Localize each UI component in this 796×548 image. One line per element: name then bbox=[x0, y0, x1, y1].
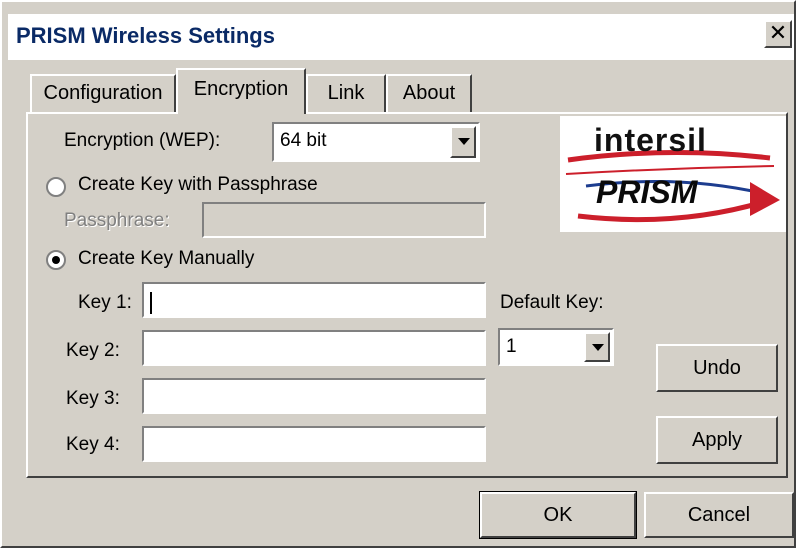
tab-configuration[interactable]: Configuration bbox=[30, 74, 176, 112]
default-key-value: 1 bbox=[506, 336, 517, 357]
window-title: PRISM Wireless Settings bbox=[16, 23, 275, 48]
key4-label: Key 4: bbox=[66, 434, 120, 455]
key2-input[interactable] bbox=[142, 330, 486, 366]
tab-about[interactable]: About bbox=[386, 74, 472, 112]
wep-select-value: 64 bit bbox=[280, 130, 327, 151]
passphrase-option-label[interactable]: Create Key with Passphrase bbox=[78, 174, 318, 196]
key1-label: Key 1: bbox=[78, 292, 132, 313]
passphrase-label: Passphrase: bbox=[64, 210, 170, 231]
cancel-button-label: Cancel bbox=[687, 504, 751, 526]
default-key-select[interactable]: 1 bbox=[498, 328, 614, 366]
wep-select[interactable]: 64 bit bbox=[272, 122, 480, 162]
wep-label: Encryption (WEP): bbox=[64, 130, 221, 151]
logo-prism-text: PRISM bbox=[596, 174, 698, 210]
key3-label: Key 3: bbox=[66, 388, 120, 409]
apply-button[interactable]: Apply bbox=[656, 416, 778, 464]
dialog-window: PRISM Wireless Settings ✕ Configuration … bbox=[0, 0, 796, 548]
close-button[interactable]: ✕ bbox=[764, 20, 792, 48]
wep-dropdown-arrow-icon[interactable] bbox=[450, 126, 476, 158]
key4-input[interactable] bbox=[142, 426, 486, 462]
default-key-label: Default Key: bbox=[500, 292, 604, 313]
logo-intersil-text: intersil bbox=[594, 122, 707, 158]
text-caret bbox=[150, 292, 152, 314]
tab-about-label: About bbox=[402, 82, 456, 104]
ok-button[interactable]: OK bbox=[479, 491, 637, 539]
passphrase-input[interactable] bbox=[202, 202, 486, 238]
tab-encryption-label: Encryption bbox=[193, 78, 289, 100]
ok-button-label: OK bbox=[543, 504, 573, 526]
key2-label: Key 2: bbox=[66, 340, 120, 361]
cancel-button[interactable]: Cancel bbox=[644, 492, 794, 538]
close-icon: ✕ bbox=[768, 20, 788, 45]
undo-button[interactable]: Undo bbox=[656, 344, 778, 392]
manual-key-radio[interactable] bbox=[46, 250, 66, 270]
tab-configuration-label: Configuration bbox=[43, 82, 163, 104]
apply-button-label: Apply bbox=[691, 429, 743, 451]
tab-link[interactable]: Link bbox=[306, 74, 386, 112]
intersil-prism-logo: intersil PRISM bbox=[560, 116, 786, 232]
passphrase-radio[interactable] bbox=[46, 177, 66, 197]
key3-input[interactable] bbox=[142, 378, 486, 414]
undo-button-label: Undo bbox=[693, 357, 741, 379]
title-bar: PRISM Wireless Settings ✕ bbox=[8, 14, 794, 60]
manual-option-label[interactable]: Create Key Manually bbox=[78, 248, 254, 270]
tab-link-label: Link bbox=[327, 82, 365, 104]
tab-encryption[interactable]: Encryption bbox=[176, 68, 306, 114]
key1-input[interactable] bbox=[142, 282, 486, 318]
default-key-dropdown-arrow-icon[interactable] bbox=[584, 332, 610, 362]
